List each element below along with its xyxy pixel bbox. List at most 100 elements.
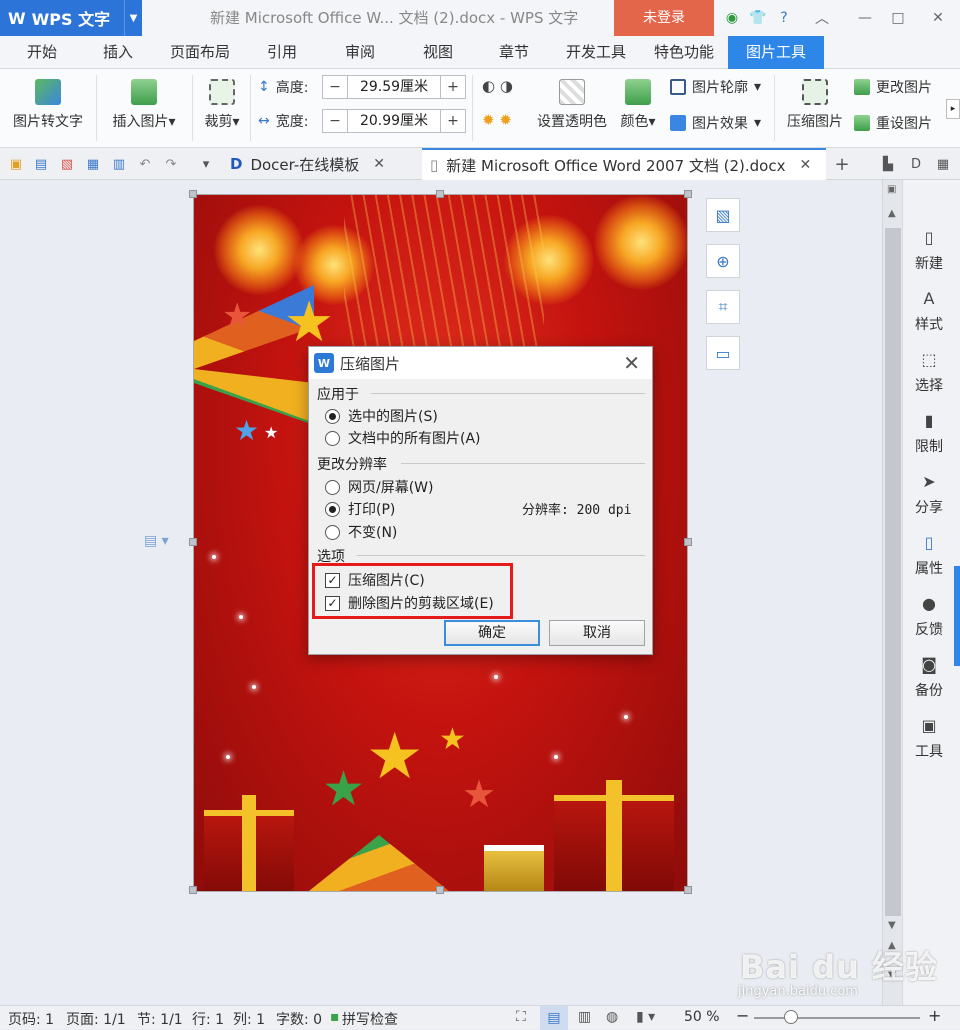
- zoom-slider-thumb[interactable]: [784, 1010, 798, 1024]
- export-pdf-icon[interactable]: ▧: [59, 156, 75, 172]
- redo-icon[interactable]: ↷: [163, 156, 179, 172]
- help-icon[interactable]: ?: [774, 8, 794, 28]
- scroll-down-icon[interactable]: ▼: [888, 920, 896, 931]
- close-icon[interactable]: ✕: [928, 8, 948, 28]
- sidebar-item-tools[interactable]: ▣ 工具: [903, 716, 955, 761]
- layout-options-icon[interactable]: ▧: [706, 198, 740, 232]
- tab-developer[interactable]: 开发工具: [558, 36, 634, 69]
- crop-button[interactable]: 裁剪▾: [198, 79, 246, 131]
- save-icon[interactable]: ▤: [33, 156, 49, 172]
- minimize-icon[interactable]: —: [855, 8, 875, 28]
- resize-handle[interactable]: [189, 538, 197, 546]
- zoom-in-icon[interactable]: ⊕: [706, 244, 740, 278]
- close-tab-icon[interactable]: ✕: [800, 157, 812, 173]
- increment-button[interactable]: +: [441, 76, 465, 98]
- res-keep-radio[interactable]: 不变(N): [325, 522, 397, 542]
- scroll-up-icon[interactable]: ▲: [888, 208, 896, 219]
- reset-picture-button[interactable]: 重设图片: [854, 113, 932, 133]
- decrement-button[interactable]: −: [323, 110, 347, 132]
- resize-handle[interactable]: [436, 886, 444, 894]
- height-stepper[interactable]: − 29.59厘米 +: [322, 75, 466, 99]
- color-button[interactable]: 颜色▾: [616, 79, 660, 131]
- skin-icon[interactable]: 👕: [748, 8, 768, 28]
- web-view-icon[interactable]: ◍: [606, 1009, 618, 1025]
- browser-icon[interactable]: ◉: [722, 8, 742, 28]
- print-icon[interactable]: ▦: [85, 156, 101, 172]
- effects-button[interactable]: 图片效果 ▾: [670, 113, 761, 133]
- set-transparent-button[interactable]: 设置透明色: [530, 79, 614, 131]
- sidebar-item-feedback[interactable]: ● 反馈: [903, 594, 955, 639]
- close-tab-icon[interactable]: ✕: [373, 156, 385, 172]
- compress-picture-button[interactable]: 压缩图片: [782, 79, 848, 131]
- open-folder-icon[interactable]: ▣: [8, 156, 24, 172]
- zoom-in-icon[interactable]: +: [928, 1006, 941, 1025]
- tab-document[interactable]: ▯ 新建 Microsoft Office Word 2007 文档 (2).d…: [422, 148, 826, 180]
- sidebar-item-restrict[interactable]: ▮ 限制: [903, 411, 955, 456]
- height-value[interactable]: 29.59厘米: [347, 76, 441, 98]
- grid-icon[interactable]: ▦: [935, 156, 951, 172]
- undo-icon[interactable]: ↶: [137, 156, 153, 172]
- crop-tool-icon[interactable]: ⌗: [706, 290, 740, 324]
- tab-view[interactable]: 视图: [408, 36, 468, 69]
- tab-chapter[interactable]: 章节: [484, 36, 544, 69]
- increment-button[interactable]: +: [441, 110, 465, 132]
- status-words[interactable]: 字数: 0: [276, 1009, 322, 1029]
- resize-handle[interactable]: [684, 886, 692, 894]
- close-icon[interactable]: ✕: [623, 351, 640, 375]
- vertical-scrollbar[interactable]: ▣ ▲ ▼ ▲ ▼: [882, 180, 902, 1005]
- new-tab-icon[interactable]: +: [834, 154, 850, 175]
- contrast-icon[interactable]: ◐ ◑: [482, 77, 513, 95]
- width-stepper[interactable]: − 20.99厘米 +: [322, 109, 466, 133]
- layout-icon[interactable]: ▙: [880, 156, 896, 172]
- tab-start[interactable]: 开始: [12, 36, 72, 69]
- sidebar-item-select[interactable]: ⬚ 选择: [903, 350, 955, 395]
- chevron-down-icon[interactable]: ▼: [124, 0, 142, 36]
- outline-view-icon[interactable]: ▥: [578, 1009, 591, 1025]
- sidebar-item-share[interactable]: ➤ 分享: [903, 472, 955, 517]
- screenshot-icon[interactable]: ▭: [706, 336, 740, 370]
- ribbon-scroll-button[interactable]: ▸: [946, 99, 960, 119]
- zoom-level[interactable]: 50 %: [684, 1009, 720, 1025]
- collapse-ribbon-icon[interactable]: ︿: [812, 8, 832, 28]
- fullscreen-icon[interactable]: ⛶: [516, 1009, 526, 1025]
- login-button[interactable]: 未登录: [614, 0, 714, 36]
- tab-page-layout[interactable]: 页面布局: [162, 36, 238, 69]
- app-menu-button[interactable]: W WPS 文字 ▼: [0, 0, 142, 36]
- insert-picture-button[interactable]: 插入图片▾: [104, 79, 184, 131]
- tab-features[interactable]: 特色功能: [646, 36, 722, 69]
- ok-button[interactable]: 确定: [444, 620, 540, 646]
- brightness-icon[interactable]: ✹ ✹: [482, 111, 512, 129]
- apply-selected-radio[interactable]: 选中的图片(S): [325, 406, 438, 426]
- tab-docer[interactable]: D Docer-在线模板 ✕: [222, 148, 393, 180]
- sidebar-item-new[interactable]: ▯ 新建: [903, 228, 955, 273]
- reading-view-icon[interactable]: ▮ ▾: [636, 1009, 655, 1025]
- tab-references[interactable]: 引用: [252, 36, 312, 69]
- print-preview-icon[interactable]: ▥: [111, 156, 127, 172]
- res-print-radio[interactable]: 打印(P): [325, 499, 395, 519]
- resize-handle[interactable]: [189, 886, 197, 894]
- res-web-radio[interactable]: 网页/屏幕(W): [325, 477, 433, 497]
- resize-handle[interactable]: [684, 538, 692, 546]
- tab-picture-tools[interactable]: 图片工具: [728, 36, 824, 69]
- sidebar-item-style[interactable]: A 样式: [903, 289, 955, 334]
- tab-review[interactable]: 审阅: [330, 36, 390, 69]
- chevron-down-icon[interactable]: ▾: [198, 156, 214, 172]
- change-picture-button[interactable]: 更改图片: [854, 77, 932, 97]
- pic-to-text-button[interactable]: 图片转文字: [6, 79, 90, 131]
- cancel-button[interactable]: 取消: [549, 620, 645, 646]
- docer-small-icon[interactable]: D: [908, 156, 924, 172]
- sidebar-collapse-handle[interactable]: [954, 566, 960, 666]
- spell-check-button[interactable]: 拼写检查: [342, 1009, 398, 1029]
- resize-handle[interactable]: [189, 190, 197, 198]
- sidebar-item-backup[interactable]: ◙ 备份: [903, 655, 955, 700]
- zoom-slider-track[interactable]: [754, 1017, 920, 1019]
- decrement-button[interactable]: −: [323, 76, 347, 98]
- page-view-icon[interactable]: ▤: [540, 1006, 568, 1030]
- split-icon[interactable]: ▣: [887, 184, 896, 195]
- resize-handle[interactable]: [684, 190, 692, 198]
- paragraph-marker-icon[interactable]: ▤ ▾: [144, 533, 169, 549]
- maximize-icon[interactable]: □: [888, 8, 908, 28]
- sidebar-item-properties[interactable]: ▯ 属性: [903, 533, 955, 578]
- apply-all-radio[interactable]: 文档中的所有图片(A): [325, 428, 481, 448]
- resize-handle[interactable]: [436, 190, 444, 198]
